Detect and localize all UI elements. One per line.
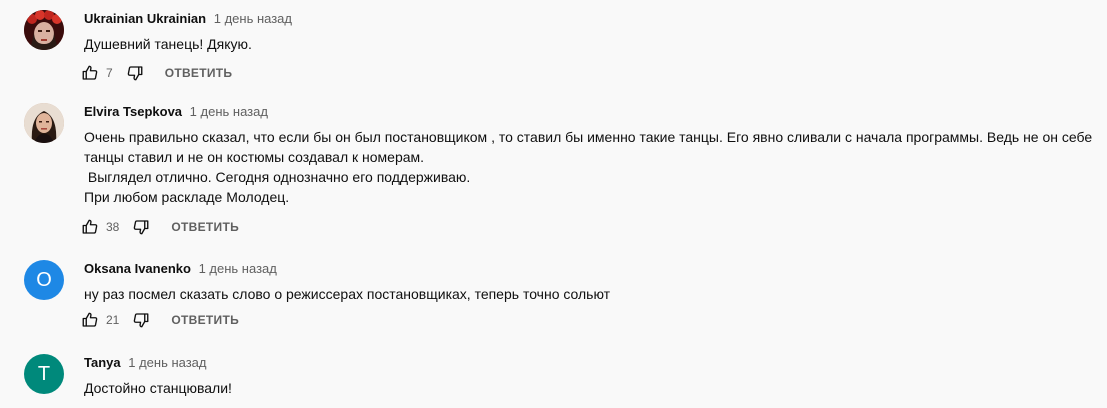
thumb-down-icon (134, 313, 149, 328)
user-photo-icon (24, 10, 64, 50)
dislike-button[interactable] (131, 310, 151, 330)
reply-button[interactable]: ОТВЕТИТЬ (171, 313, 239, 327)
like-button[interactable] (80, 217, 100, 237)
like-count: 7 (106, 66, 113, 80)
comment-author[interactable]: Ukrainian Ukrainian (84, 11, 206, 26)
avatar-letter: T (37, 362, 51, 385)
thumb-up-icon (82, 312, 98, 327)
comment-text: ну раз посмел сказать слово о режиссерах… (84, 286, 611, 302)
comment-actions: 21 ОТВЕТИТЬ (80, 310, 239, 330)
comment-actions: 7 ОТВЕТИТЬ (80, 63, 232, 83)
comments-list: Ukrainian Ukrainian 1 день назад Душевни… (0, 0, 1107, 408)
comment-text: Достойно станцювали! (84, 380, 232, 396)
like-count: 38 (106, 220, 120, 234)
thumb-down-icon (134, 220, 149, 235)
comment-author[interactable]: Tanya (84, 355, 121, 370)
dislike-button[interactable] (131, 217, 151, 237)
avatar[interactable] (24, 103, 64, 143)
like-button[interactable] (80, 63, 100, 83)
comment-text: Душевний танець! Дякую. (84, 36, 252, 52)
comment-timestamp[interactable]: 1 день назад (199, 261, 277, 276)
thumb-up-icon (82, 219, 98, 234)
dislike-button[interactable] (125, 63, 145, 83)
comment-timestamp[interactable]: 1 день назад (190, 104, 268, 119)
like-button[interactable] (80, 310, 100, 330)
avatar[interactable]: O (24, 260, 64, 300)
avatar-letter: O (36, 268, 52, 291)
comment-author[interactable]: Elvira Tsepkova (84, 104, 182, 119)
comment-actions: 38 ОТВЕТИТЬ (80, 217, 239, 237)
avatar[interactable] (24, 10, 64, 50)
thumb-down-icon (127, 66, 143, 81)
like-count: 21 (106, 313, 120, 327)
thumb-up-icon (82, 65, 98, 80)
reply-button[interactable]: ОТВЕТИТЬ (171, 220, 239, 234)
user-photo-icon (24, 103, 64, 143)
comment-author[interactable]: Oksana Ivanenko (84, 261, 191, 276)
avatar[interactable]: T (24, 354, 64, 394)
comment-text: Очень правильно сказал, что если бы он б… (84, 129, 1093, 205)
reply-button[interactable]: ОТВЕТИТЬ (165, 66, 233, 80)
comment-timestamp[interactable]: 1 день назад (128, 355, 206, 370)
comment-timestamp[interactable]: 1 день назад (214, 11, 292, 26)
